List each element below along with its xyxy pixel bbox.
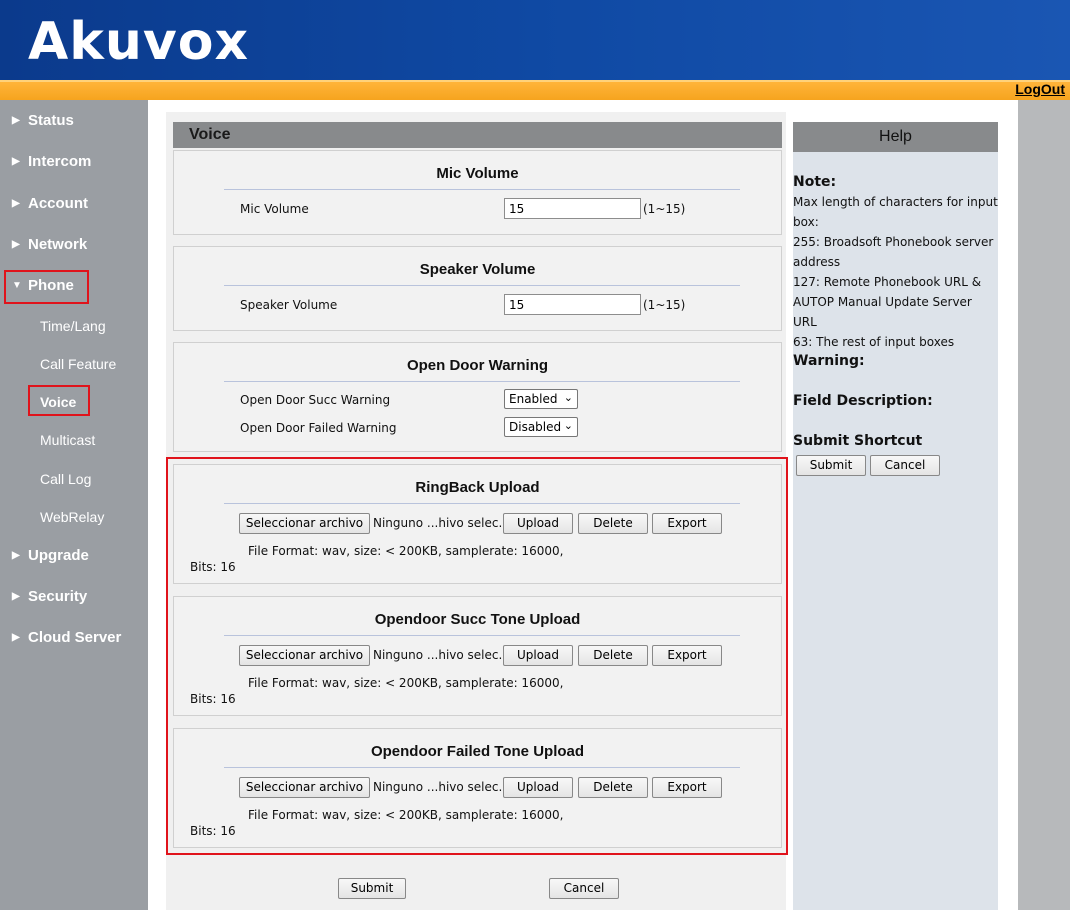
field-label: Speaker Volume (240, 298, 338, 312)
triangle-right-icon: ▶ (12, 550, 20, 561)
mic-volume-section: Mic Volume Mic Volume 15 (1~15) (173, 150, 782, 235)
sidebar-item-upgrade[interactable]: ▶ Upgrade (12, 547, 89, 564)
triangle-right-icon: ▶ (12, 198, 20, 209)
open-door-succ-select[interactable]: Enabled ⌄ (504, 389, 578, 409)
sidebar-item-account[interactable]: ▶ Account (12, 195, 88, 212)
submit-button[interactable]: Submit (338, 878, 406, 899)
sidebar (0, 100, 148, 910)
section-title: Mic Volume (436, 165, 519, 182)
help-title: Help (793, 122, 998, 152)
shortcut-cancel-button[interactable]: Cancel (870, 455, 940, 476)
upload-highlight-box (166, 457, 788, 855)
sidebar-item-security[interactable]: ▶ Security (12, 588, 87, 605)
open-door-failed-select[interactable]: Disabled ⌄ (504, 417, 578, 437)
mic-volume-input[interactable]: 15 (504, 198, 641, 219)
speaker-volume-section: Speaker Volume Speaker Volume 15 (1~15) (173, 246, 782, 331)
field-label: Open Door Succ Warning (240, 393, 391, 407)
field-label: Mic Volume (240, 202, 309, 216)
help-note-label: Note: (793, 174, 837, 190)
triangle-right-icon: ▶ (12, 632, 20, 643)
triangle-right-icon: ▶ (12, 239, 20, 250)
section-title: Open Door Warning (406, 357, 549, 374)
help-field-description-label: Field Description: (793, 393, 933, 409)
triangle-right-icon: ▶ (12, 156, 20, 167)
triangle-right-icon: ▶ (12, 115, 20, 126)
header-bar (0, 80, 1070, 100)
voice-highlight-box (28, 385, 90, 416)
chevron-down-icon: ⌄ (563, 419, 573, 432)
page-title: Voice (173, 122, 782, 148)
open-door-warning-section: Open Door Warning Open Door Succ Warning… (173, 342, 782, 452)
help-warning-label: Warning: (793, 353, 865, 369)
logout-link[interactable]: LogOut (1015, 81, 1065, 97)
section-title: Speaker Volume (419, 261, 536, 278)
range-hint: (1~15) (643, 202, 686, 216)
sidebar-subitem-call-feature[interactable]: Call Feature (40, 356, 116, 372)
sidebar-item-intercom[interactable]: ▶ Intercom (12, 153, 91, 170)
akuvox-logo: Akuvox (28, 12, 250, 72)
sidebar-subitem-webrelay[interactable]: WebRelay (40, 509, 104, 525)
help-note-text: Max length of characters for input box: … (793, 195, 998, 349)
field-label: Open Door Failed Warning (240, 421, 397, 435)
triangle-right-icon: ▶ (12, 591, 20, 602)
help-submit-shortcut-label: Submit Shortcut (793, 433, 923, 449)
sidebar-item-cloud-server[interactable]: ▶ Cloud Server (12, 629, 121, 646)
cancel-button[interactable]: Cancel (549, 878, 619, 899)
phone-highlight-box (4, 270, 89, 304)
chevron-down-icon: ⌄ (563, 391, 573, 404)
shortcut-submit-button[interactable]: Submit (796, 455, 866, 476)
sidebar-subitem-call-log[interactable]: Call Log (40, 471, 91, 487)
sidebar-item-status[interactable]: ▶ Status (12, 112, 74, 129)
sidebar-item-network[interactable]: ▶ Network (12, 236, 87, 253)
help-panel: Help Note: Max length of characters for … (793, 122, 998, 910)
range-hint: (1~15) (643, 298, 686, 312)
sidebar-subitem-multicast[interactable]: Multicast (40, 432, 95, 448)
speaker-volume-input[interactable]: 15 (504, 294, 641, 315)
sidebar-subitem-time-lang[interactable]: Time/Lang (40, 318, 106, 334)
header-banner: Akuvox (0, 0, 1070, 80)
